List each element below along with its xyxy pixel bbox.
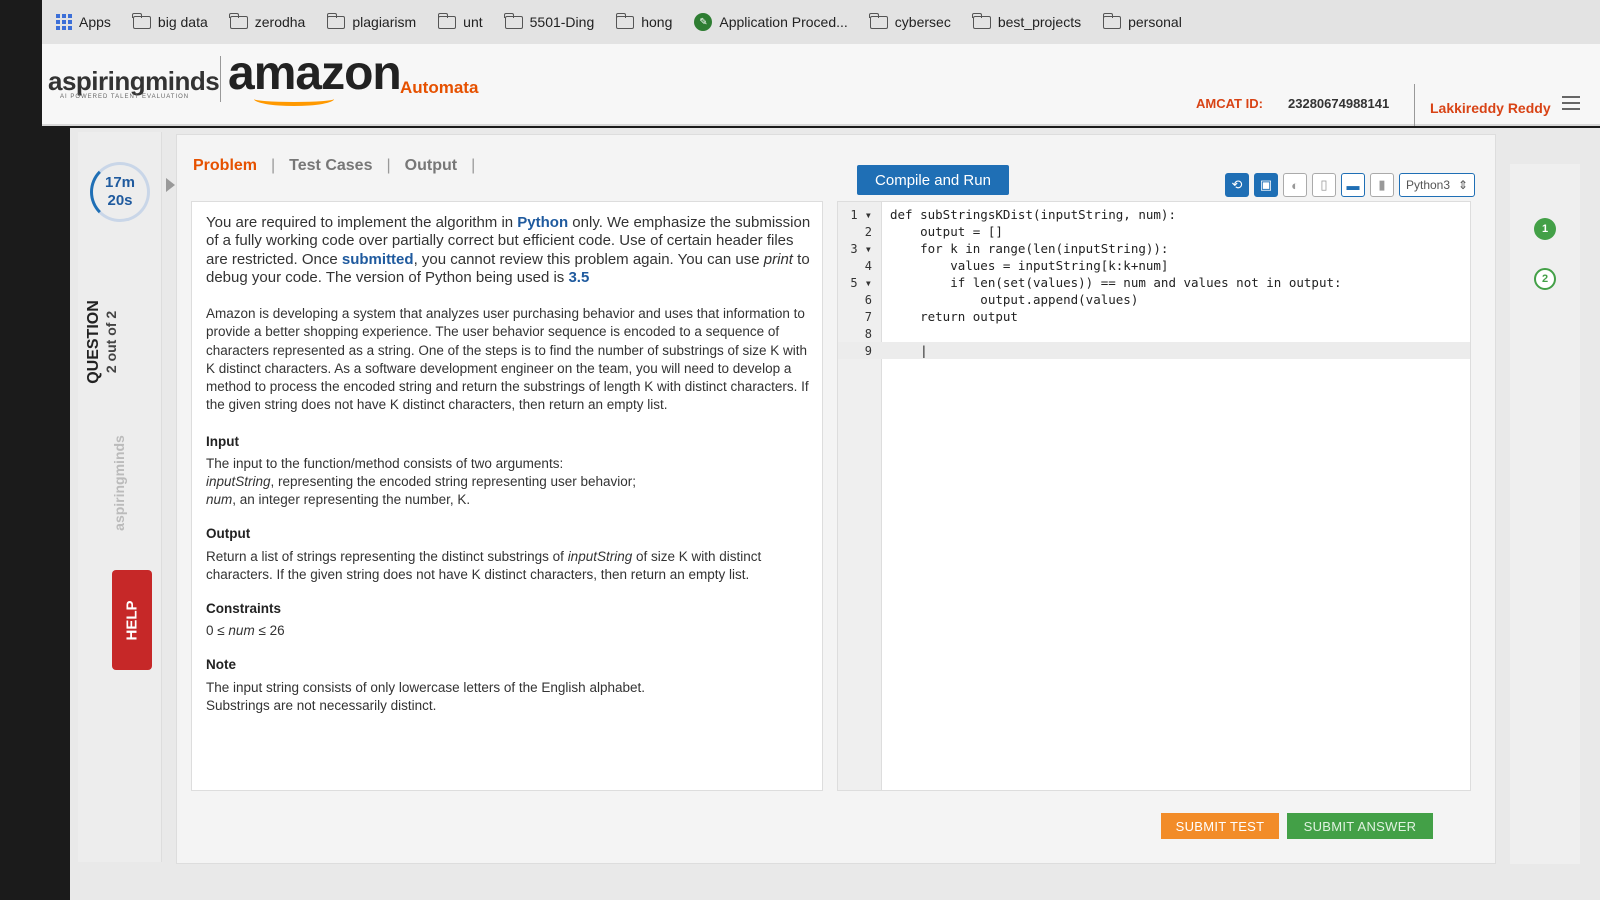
bookmark-label: cybersec [894,14,951,30]
code-line[interactable]: 1 ▾ def subStringsKDist(inputString, num)… [838,206,1470,223]
folder-icon [132,12,151,29]
code-line[interactable]: 2 output = [] [838,223,1470,240]
layout-side-icon[interactable]: ▮ [1370,173,1394,197]
input-section: Input The input to the function/method c… [206,433,637,508]
bookmark-label: personal [1128,14,1182,30]
question-progress: 2 out of 2 [103,310,119,374]
code-line[interactable]: 7 return output [838,308,1470,325]
timer-minutes: 17m [104,174,136,191]
amcat-id-label: AMCAT ID: [1196,96,1263,111]
folder-icon [504,12,523,29]
user-name[interactable]: Lakkireddy Reddy [1430,100,1551,116]
collapse-arrow-icon[interactable] [166,178,175,192]
timer-seconds: 20s [107,192,133,209]
apps-grid-icon [56,14,72,30]
help-button[interactable]: HELP [112,570,152,670]
code-line[interactable]: 8 [838,325,1470,342]
folder-icon [437,12,457,29]
site-icon: ✎ [694,13,713,31]
language-select[interactable]: Python3 ⇕ [1399,173,1475,197]
bookmark-plagiarism[interactable]: plagiarism [326,12,417,30]
countdown-timer: 17m 20s [90,162,150,222]
logo-divider [220,56,221,102]
app-header: aspiringminds AI POWERED TALENT EVALUATI… [42,44,1600,126]
folder-icon [615,12,635,29]
bookmark-label: best_projects [997,14,1082,30]
tab-output[interactable]: Output [391,157,471,175]
layout-split-icon[interactable]: ▯ [1312,173,1336,197]
question-1-nav[interactable]: 1 [1534,218,1556,240]
tab-test-cases[interactable]: Test Cases [275,157,386,175]
bookmark-label: zerodha [254,14,306,30]
instructions: You are required to implement the algori… [206,214,811,286]
submit-test-button[interactable]: SUBMIT TEST [1161,813,1279,839]
bookmark-hong[interactable]: hong [615,12,673,30]
code-line[interactable]: 6 output.append(values) [838,291,1470,308]
test-page: 17m 20s QUESTION 2 out of 2 aspiringmind… [70,128,1600,900]
folder-icon [326,12,346,29]
amazon-smile-icon [254,92,334,106]
bookmark-application[interactable]: ✎ Application Proced... [694,13,848,31]
code-line-active[interactable]: 9 | [838,342,1470,359]
bookmark-label: Application Proced... [719,14,848,30]
code-editor[interactable]: 1 ▾ def subStringsKDist(inputString, num)… [837,201,1471,791]
bookmark-apps[interactable]: Apps [56,14,111,30]
compile-and-run-button[interactable]: Compile and Run [857,165,1009,195]
bookmarks-bar: Apps big data zerodha plagiarism unt 550… [42,0,1600,44]
bookmark-5501-ding[interactable]: 5501-Ding [504,12,595,30]
folder-icon [1102,12,1122,29]
bookmark-label: plagiarism [352,14,417,30]
amcat-id-value: 23280674988141 [1288,96,1390,111]
folder-icon [972,12,991,29]
problem-description: Amazon is developing a system that analy… [206,306,809,413]
bookmark-best-projects[interactable]: best_projects [972,12,1082,30]
output-section: Output Return a list of strings represen… [206,526,762,582]
side-watermark-logo: aspiringminds [111,435,127,531]
aspiringminds-logo: aspiringminds [48,66,220,96]
constraints-section: Constraints 0 ≤ num ≤ 26 [206,601,285,639]
bookmark-big-data[interactable]: big data [132,12,208,30]
folder-icon [229,12,248,29]
logo-tagline: AI POWERED TALENT EVALUATION [60,94,190,100]
editor-toolbar: ⟲ ▣ ◐ ▯ ▬ ▮ Python3 ⇕ [1225,173,1475,197]
code-line[interactable]: 5 ▾ if len(set(values)) == num and value… [838,274,1470,291]
product-name: Automata [400,78,479,97]
question-indicator: QUESTION 2 out of 2 [42,300,162,384]
question-2-nav[interactable]: 2 [1534,268,1556,290]
bookmark-label: Apps [79,14,111,30]
header-divider [1414,84,1415,126]
bookmark-label: unt [463,14,483,30]
theme-icon[interactable]: ◐ [1283,173,1307,197]
layout-bottom-icon[interactable]: ▬ [1341,173,1365,197]
reset-icon[interactable]: ⟲ [1225,173,1249,197]
submit-answer-button[interactable]: SUBMIT ANSWER [1287,813,1433,839]
bookmark-personal[interactable]: personal [1102,12,1182,30]
bookmark-cybersec[interactable]: cybersec [869,12,951,30]
question-navigator: 1 2 [1510,164,1580,864]
bookmark-unt[interactable]: unt [437,12,483,30]
question-tabs: Problem | Test Cases | Output | [193,157,475,175]
note-section: Note The input string consists of only l… [206,657,645,713]
bookmark-label: 5501-Ding [529,14,595,30]
code-line[interactable]: 3 ▾ for k in range(len(inputString)): [838,240,1470,257]
tab-problem[interactable]: Problem [193,157,271,175]
problem-statement: You are required to implement the algori… [191,201,823,791]
save-icon[interactable]: ▣ [1254,173,1278,197]
question-label: QUESTION [85,300,102,384]
hamburger-menu-icon[interactable] [1562,96,1580,110]
chevron-updown-icon: ⇕ [1457,178,1468,192]
bookmark-zerodha[interactable]: zerodha [229,12,306,30]
folder-icon [869,12,888,29]
code-line[interactable]: 4 values = inputString[k:k+num] [838,257,1470,274]
side-panel: 17m 20s QUESTION 2 out of 2 aspiringmind… [78,132,175,862]
question-card: Problem | Test Cases | Output | Compile … [176,134,1496,864]
bookmark-label: hong [641,14,673,30]
bookmark-label: big data [157,14,208,30]
tab-separator: | [471,157,476,174]
